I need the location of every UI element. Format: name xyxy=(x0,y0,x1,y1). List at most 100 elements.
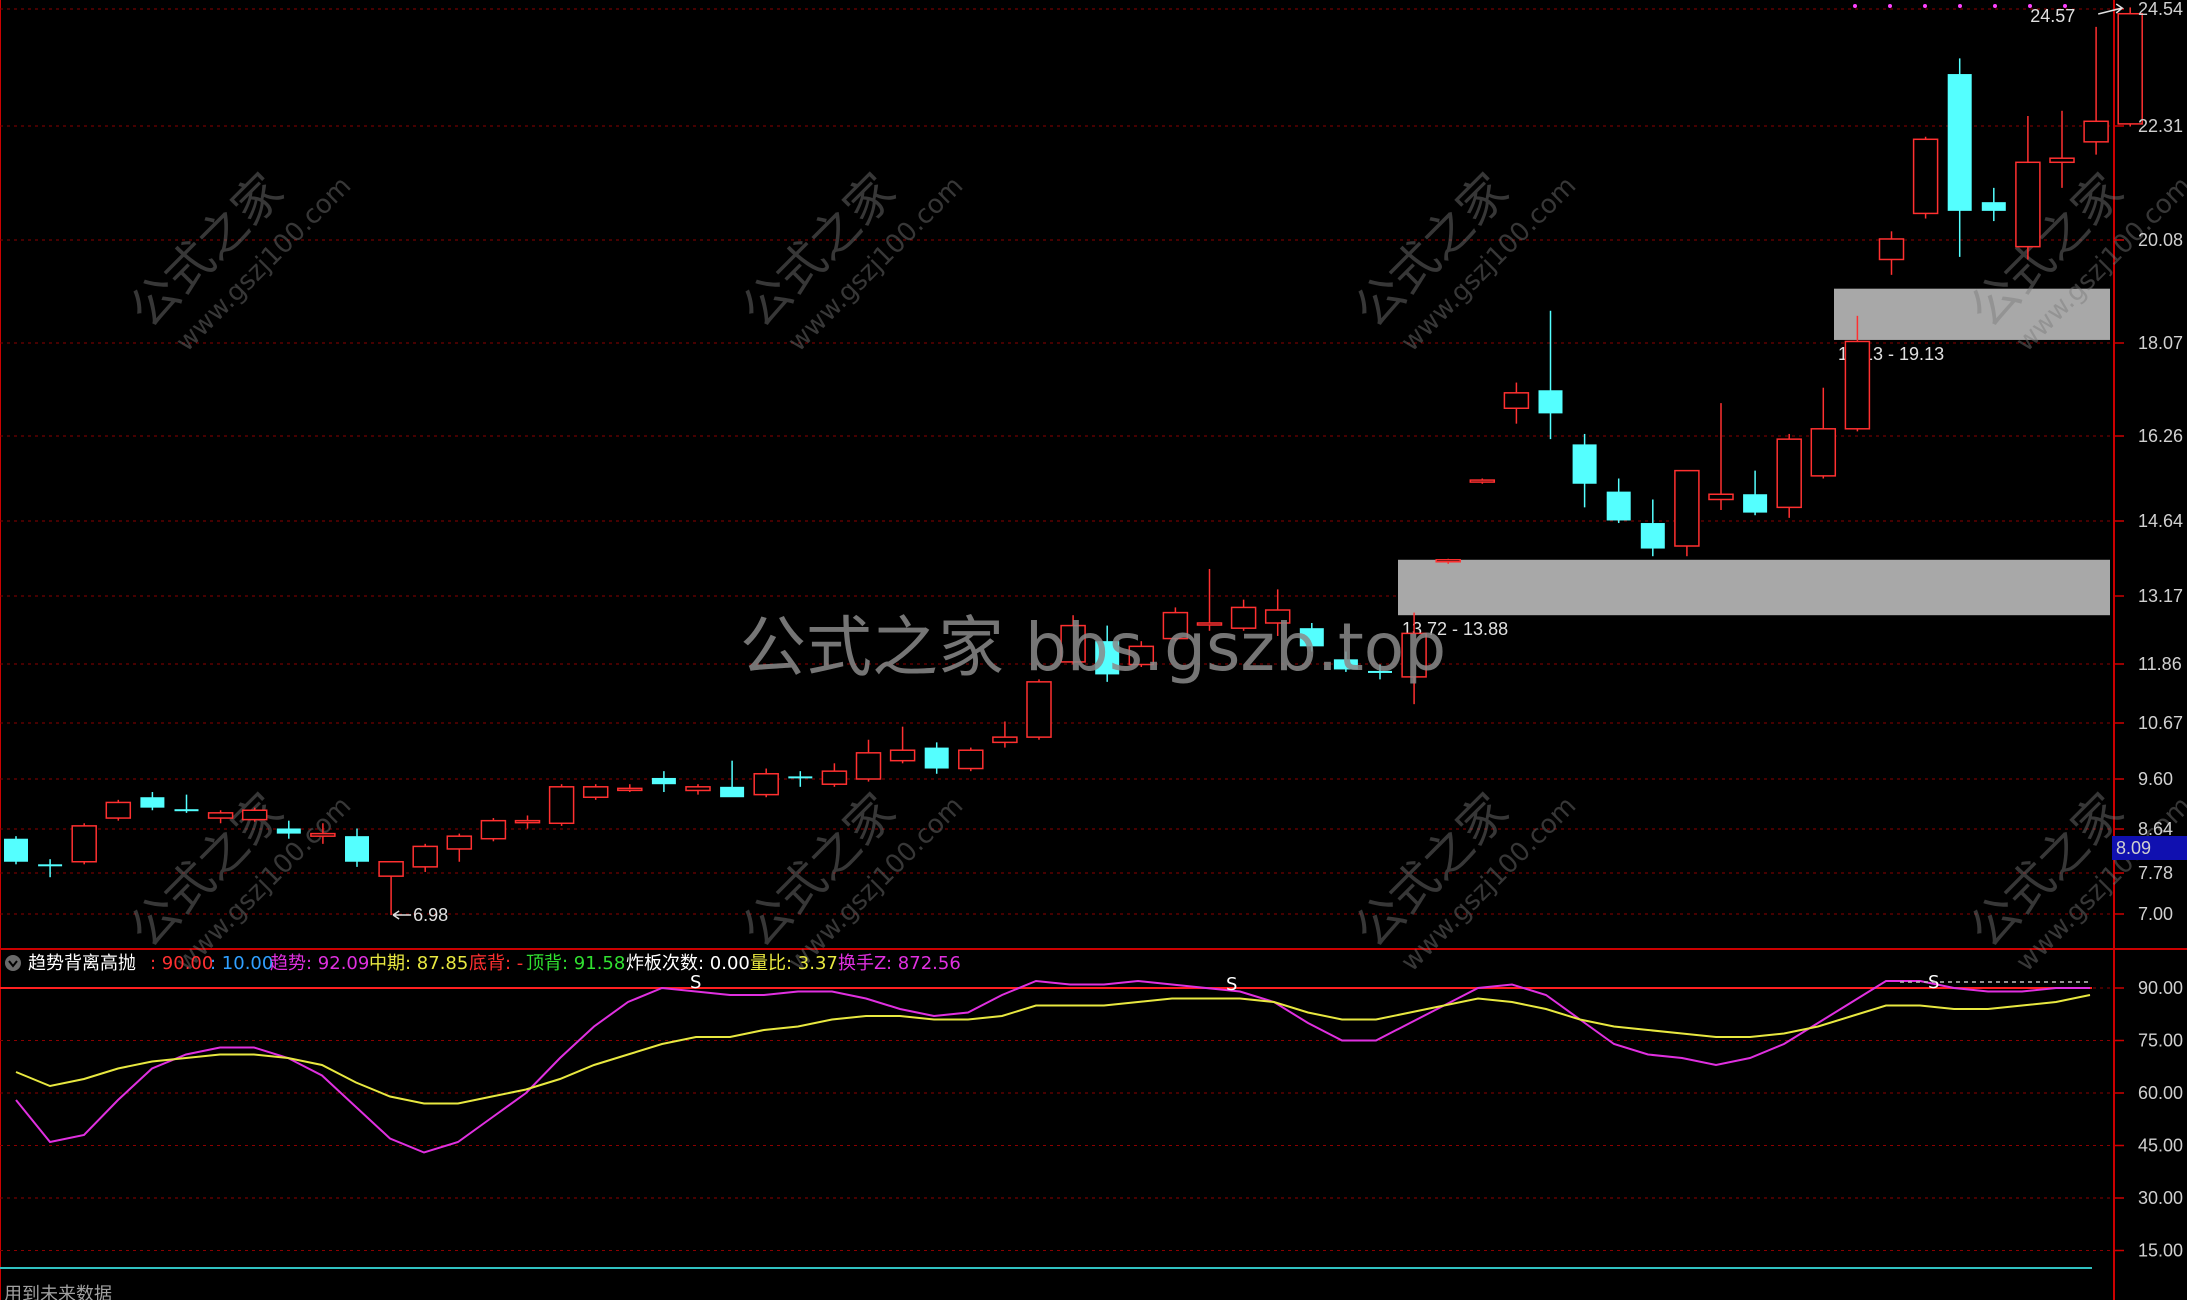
top-dot-marker xyxy=(1958,4,1962,8)
turn-value: : 872.56 xyxy=(886,953,961,974)
candle-body-down xyxy=(1640,523,1665,549)
candle-body-down xyxy=(1743,494,1768,513)
y-tick-label: 90.00 xyxy=(2138,978,2183,998)
zone-box xyxy=(1398,559,2110,616)
top-label: 顶背 xyxy=(526,953,562,974)
top-value: : 91.58 xyxy=(562,953,625,974)
candle-body-up xyxy=(514,819,541,824)
candle-body-down xyxy=(4,838,28,862)
y-tick-label: 7.78 xyxy=(2138,863,2173,883)
candle-body-down xyxy=(924,747,949,769)
candle-body-up xyxy=(685,786,711,792)
y-tick-label: 24.54 xyxy=(2138,0,2183,19)
candle-body-up xyxy=(617,787,643,792)
stock-chart: 13.72 - 13.8818.13 - 19.13 公式之家www.gszj1… xyxy=(0,0,2187,1300)
candle-body-down xyxy=(1981,202,2006,211)
indicator-v1: : 90.00 xyxy=(150,953,213,974)
watermark-tile: 公式之家www.gszj100.com xyxy=(119,163,357,357)
candle-body-up xyxy=(1912,138,1939,215)
vol-value: : 3.37 xyxy=(786,953,838,974)
low-marker-text: 6.98 xyxy=(413,905,448,925)
y-tick-label: 11.86 xyxy=(2138,654,2182,674)
y-tick-label: 13.17 xyxy=(2138,586,2183,606)
y-tick-label: 30.00 xyxy=(2138,1188,2183,1208)
candle-body-up xyxy=(1810,428,1837,477)
candle-body-down xyxy=(345,836,369,862)
candle-body-down xyxy=(38,864,63,867)
indicator-name[interactable]: 趋势背离高抛 xyxy=(28,953,136,974)
bottom-value: : - xyxy=(505,953,523,974)
candle-body-up xyxy=(105,801,132,819)
candle-body-down xyxy=(788,776,813,779)
candle-body-up xyxy=(1469,479,1496,483)
y-tick-label: 9.60 xyxy=(2138,769,2173,789)
mid-value: : 87.85 xyxy=(405,953,468,974)
candle-body-up xyxy=(958,749,984,770)
y-tick-label: 18.07 xyxy=(2138,333,2183,353)
y-tick-label: 75.00 xyxy=(2138,1031,2183,1051)
signal-marker: S xyxy=(1226,974,1237,995)
candle-body-up xyxy=(582,786,609,798)
candle-body-up xyxy=(1435,559,1461,563)
indicator-panel: 90.0075.0060.0045.0030.0015.00S S S xyxy=(0,972,2183,1269)
svg-text:趋势背离高抛 : 90.00 : 1: 趋势背离高抛 : 90.00 : 10.00 趋势 : 92.09 中期 : 8… xyxy=(28,953,961,974)
top-dot-marker xyxy=(1888,4,1892,8)
price-axis: 24.54 22.31 20.08 18.07 16.26 14.64 13.17 11.86… xyxy=(2114,0,2183,924)
signal-marker: S xyxy=(690,972,701,993)
candle-body-up xyxy=(412,845,438,868)
top-dot-marker xyxy=(1993,4,1997,8)
y-tick-label: 60.00 xyxy=(2138,1083,2183,1103)
candle-body-down xyxy=(1572,444,1597,484)
last-price-tag: 8.09 xyxy=(2112,836,2187,860)
candle-body-up xyxy=(2117,12,2143,125)
low-arrow-icon xyxy=(392,910,412,920)
trend-label: 趋势 xyxy=(270,953,306,974)
indicator-header: 趋势背离高抛 : 90.00 : 10.00 趋势 : 92.09 中期 : 8… xyxy=(5,953,961,974)
y-tick-label: 10.67 xyxy=(2138,713,2183,733)
y-tick-label: 45.00 xyxy=(2138,1136,2183,1156)
watermark-tile: 公式之家www.gszj100.com xyxy=(1344,163,1582,357)
y-tick-label: 20.08 xyxy=(2138,230,2183,250)
candle-body-up xyxy=(1776,438,1802,509)
candle-body-up xyxy=(446,835,473,850)
candle-body-up xyxy=(310,832,336,837)
candle-body-up xyxy=(1878,238,1905,261)
candle-body-up xyxy=(1844,340,1871,430)
y-tick-label: 14.64 xyxy=(2138,511,2183,531)
watermark-tile: 公式之家www.gszj100.com xyxy=(731,163,969,357)
candle-body-up xyxy=(480,819,507,840)
y-tick-label: 16.26 xyxy=(2138,426,2183,446)
y-tick-label: 7.00 xyxy=(2138,904,2173,924)
candle-body-up xyxy=(241,809,268,821)
center-watermark: 公式之家 bbs.gszb.top xyxy=(740,609,1446,686)
board-value: : 0.00 xyxy=(698,953,750,974)
high-marker: 24.57 xyxy=(2030,3,2125,26)
candle-body-up xyxy=(1503,392,1530,410)
candle-body-down xyxy=(276,828,301,834)
candle-body-down xyxy=(1606,491,1631,521)
trend-value: : 92.09 xyxy=(306,953,369,974)
high-marker-text: 24.57 xyxy=(2030,6,2075,26)
indicator-v2: : 10.00 xyxy=(210,953,273,974)
turn-label: 换手Z xyxy=(838,953,886,974)
low-marker: 6.98 xyxy=(392,905,448,925)
candle-body-up xyxy=(753,773,779,796)
bottom-label: 底背 xyxy=(469,953,505,974)
candle-body-up xyxy=(1674,469,1700,547)
candle-body-down xyxy=(1947,74,1972,211)
candle-body-down xyxy=(651,777,676,785)
candle-body-up xyxy=(1026,681,1052,738)
candlesticks xyxy=(4,4,2143,916)
top-dot-marker xyxy=(1853,4,1857,8)
footer-note: 用到未来数据 xyxy=(4,1284,112,1300)
candle-body-up xyxy=(2049,157,2075,164)
candle-body-up xyxy=(207,812,234,819)
candle-body-up xyxy=(548,786,575,825)
board-label: 炸板次数 xyxy=(626,953,698,974)
candle-body-up xyxy=(2015,161,2041,248)
candle-body-up xyxy=(855,752,882,780)
collapse-icon[interactable] xyxy=(5,955,21,971)
candle-body-up xyxy=(992,736,1018,744)
candle-body-up xyxy=(378,860,404,877)
candle-body-up xyxy=(1708,493,1734,501)
